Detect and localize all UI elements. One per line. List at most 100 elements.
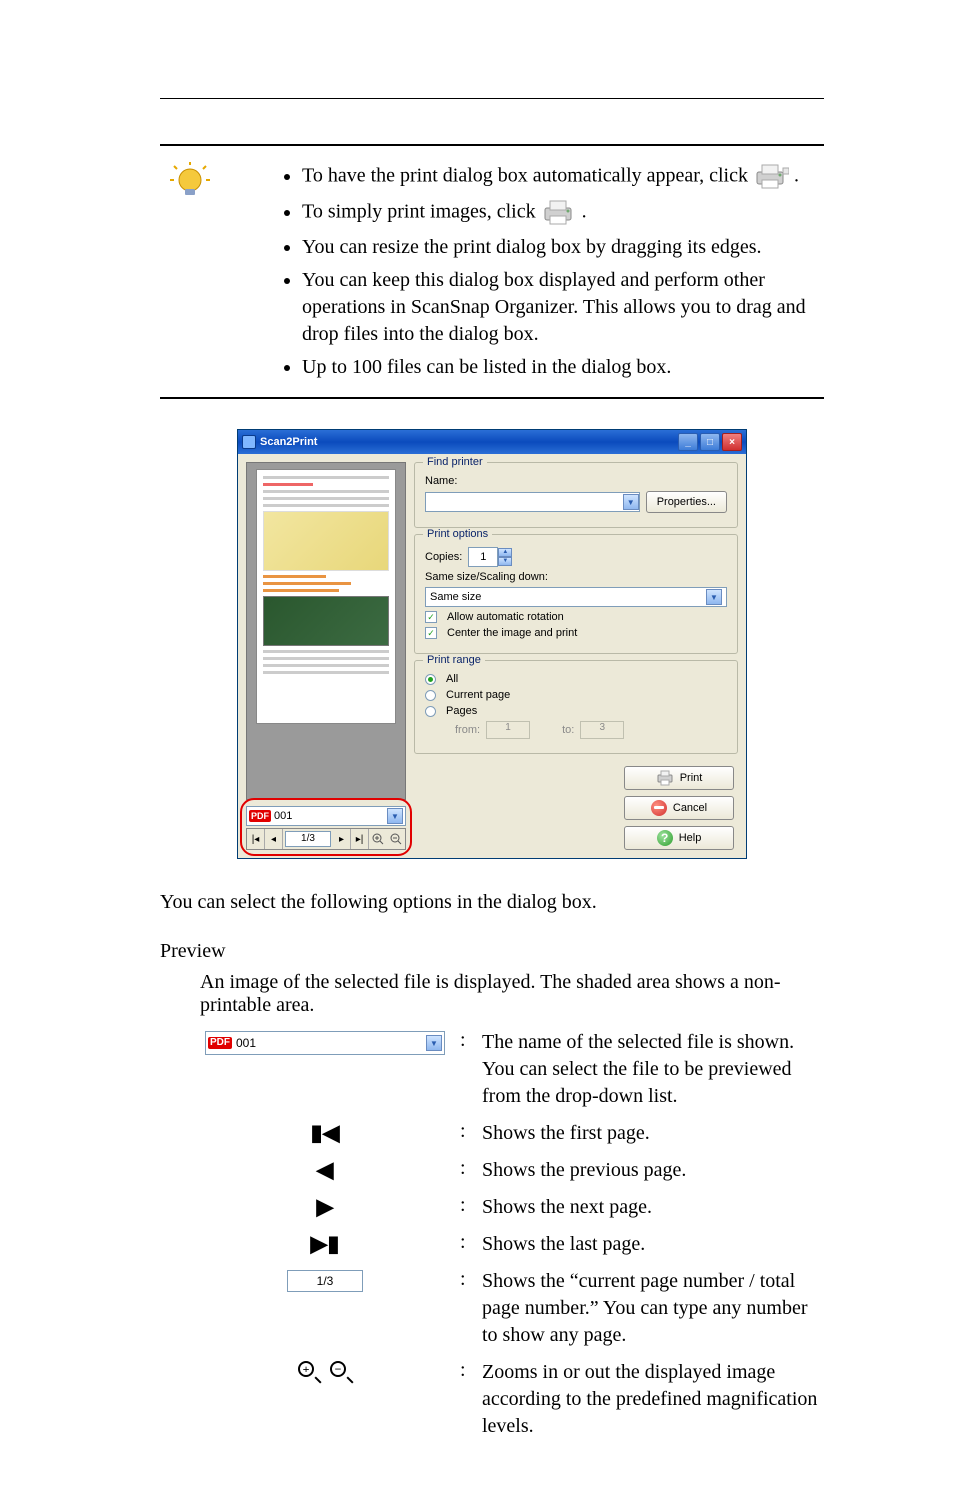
- prev-page-button[interactable]: ◂: [265, 829, 283, 849]
- range-current-radio[interactable]: [425, 690, 436, 701]
- colon: :: [460, 1157, 472, 1184]
- spin-up-icon[interactable]: ▲: [498, 548, 512, 557]
- copies-value[interactable]: 1: [468, 547, 498, 567]
- chevron-down-icon: ▼: [387, 808, 403, 824]
- to-label: to:: [562, 724, 574, 736]
- hint-item: You can keep this dialog box displayed a…: [302, 267, 824, 348]
- dialog-titlebar: Scan2Print _ □ ×: [238, 430, 746, 454]
- colon: :: [460, 1359, 472, 1440]
- options-intro-text: You can select the following options in …: [160, 889, 824, 916]
- first-page-button[interactable]: |◂: [247, 829, 265, 849]
- scaling-value: Same size: [430, 591, 706, 603]
- name-label: Name:: [425, 475, 457, 487]
- page-indicator-desc: Shows the “current page number / total p…: [482, 1268, 824, 1349]
- print-button[interactable]: Print: [624, 766, 734, 790]
- allow-rotation-checkbox[interactable]: ✓: [425, 611, 437, 623]
- colon: :: [460, 1231, 472, 1258]
- maximize-button[interactable]: □: [700, 433, 720, 451]
- cancel-button[interactable]: Cancel: [624, 796, 734, 820]
- print-options-group: Print options Copies: 1 ▲▼ Same size/Sca…: [414, 534, 738, 654]
- app-icon: [242, 435, 256, 449]
- center-image-checkbox[interactable]: ✓: [425, 627, 437, 639]
- print-range-group: Print range All Current page Pages from:…: [414, 660, 738, 754]
- copies-label: Copies:: [425, 551, 462, 563]
- chevron-down-icon: ▼: [426, 1035, 442, 1051]
- properties-button[interactable]: Properties...: [646, 491, 727, 513]
- next-page-desc: Shows the next page.: [482, 1194, 824, 1221]
- first-page-icon: ▮◀: [310, 1122, 339, 1144]
- range-all-radio[interactable]: [425, 674, 436, 685]
- file-select-dropdown[interactable]: PDF 001 ▼: [246, 806, 406, 826]
- printer-name-dropdown[interactable]: ▼: [425, 492, 640, 512]
- colon: :: [460, 1194, 472, 1221]
- allow-rotation-label: Allow automatic rotation: [447, 611, 564, 623]
- hint-text: To have the print dialog box automatical…: [302, 165, 748, 187]
- next-page-button[interactable]: ▸: [333, 829, 351, 849]
- copies-spinner[interactable]: 1 ▲▼: [468, 547, 512, 567]
- chevron-down-icon: ▼: [623, 494, 639, 510]
- spin-down-icon[interactable]: ▼: [498, 557, 512, 566]
- preview-page-image: [256, 469, 396, 724]
- chevron-down-icon: ▼: [706, 589, 722, 605]
- period: .: [582, 201, 587, 223]
- hint-text: To simply print images, click: [302, 201, 536, 223]
- minimize-button[interactable]: _: [678, 433, 698, 451]
- prev-page-desc: Shows the previous page.: [482, 1157, 824, 1184]
- hint-item: You can resize the print dialog box by d…: [302, 234, 824, 261]
- preview-section-desc: An image of the selected file is display…: [200, 971, 824, 1017]
- preview-section-title: Preview: [160, 940, 824, 963]
- from-label: from:: [455, 724, 480, 736]
- hint-list: To have the print dialog box automatical…: [250, 156, 824, 387]
- header-rule: [160, 98, 824, 99]
- close-button[interactable]: ×: [722, 433, 742, 451]
- scaling-dropdown[interactable]: Same size ▼: [425, 587, 727, 607]
- to-input: 3: [580, 721, 624, 739]
- last-page-button[interactable]: ▸|: [351, 829, 369, 849]
- colon: :: [460, 1268, 472, 1349]
- prev-page-icon: ◀: [317, 1159, 334, 1181]
- file-select-desc: The name of the selected file is shown. …: [482, 1029, 824, 1110]
- from-input: 1: [486, 721, 530, 739]
- page-indicator-input[interactable]: 1/3: [285, 831, 331, 847]
- hint-item: To have the print dialog box automatical…: [302, 162, 824, 192]
- help-icon: ?: [657, 830, 673, 846]
- print-button-label: Print: [680, 772, 703, 784]
- hint-item: To simply print images, click .: [302, 198, 824, 228]
- help-button-label: Help: [679, 832, 702, 844]
- file-name-value: 001: [274, 810, 384, 822]
- preview-pane: [246, 462, 406, 800]
- find-printer-group: Find printer Name: ▼ Properties...: [414, 462, 738, 528]
- range-all-label: All: [446, 673, 458, 685]
- last-page-desc: Shows the last page.: [482, 1231, 824, 1258]
- group-title: Find printer: [423, 456, 487, 468]
- group-title: Print options: [423, 528, 492, 540]
- group-title: Print range: [423, 654, 485, 666]
- hint-bulb-icon: [170, 162, 210, 202]
- zoom-in-button[interactable]: [369, 829, 387, 849]
- pdf-badge-icon: PDF: [249, 810, 271, 822]
- cancel-icon: [651, 800, 667, 816]
- hint-block: To have the print dialog box automatical…: [160, 144, 824, 399]
- next-page-icon: ▶: [317, 1196, 334, 1218]
- period: .: [794, 165, 799, 187]
- printer-dialog-icon: [753, 162, 789, 192]
- help-button[interactable]: ? Help: [624, 826, 734, 850]
- first-page-desc: Shows the first page.: [482, 1120, 824, 1147]
- range-current-label: Current page: [446, 689, 510, 701]
- pdf-badge-icon: PDF: [208, 1037, 232, 1049]
- range-pages-label: Pages: [446, 705, 477, 717]
- zoom-out-button[interactable]: [387, 829, 405, 849]
- printer-icon: [541, 198, 577, 228]
- page-indicator-sample[interactable]: 1/3: [287, 1270, 363, 1292]
- scaling-label: Same size/Scaling down:: [425, 571, 548, 583]
- range-pages-radio[interactable]: [425, 706, 436, 717]
- file-select-dropdown-sample[interactable]: PDF 001 ▼: [205, 1031, 445, 1055]
- colon: :: [460, 1120, 472, 1147]
- zoom-desc: Zooms in or out the displayed image acco…: [482, 1359, 824, 1440]
- scan2print-dialog: Scan2Print _ □ ×: [237, 429, 747, 859]
- center-image-label: Center the image and print: [447, 627, 577, 639]
- dialog-title: Scan2Print: [260, 436, 317, 448]
- cancel-button-label: Cancel: [673, 802, 707, 814]
- last-page-icon: ▶▮: [310, 1233, 339, 1255]
- zoom-in-icon: +: [298, 1361, 320, 1383]
